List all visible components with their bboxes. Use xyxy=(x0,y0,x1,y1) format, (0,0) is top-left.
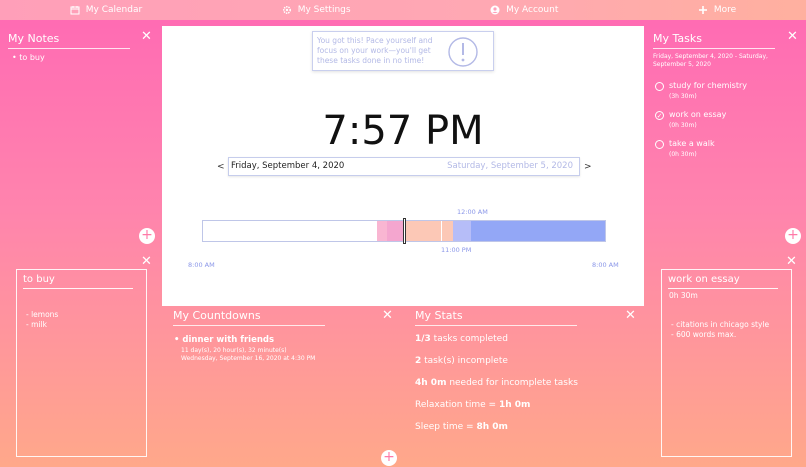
motivation-text: You got this! Pace yourself and focus on… xyxy=(317,36,433,65)
date-prev-button[interactable]: < xyxy=(217,162,225,172)
task-item[interactable]: take a walk (0h 30m) xyxy=(655,139,795,158)
stats-needed: 4h 0m needed for incomplete tasks xyxy=(415,378,578,388)
stats-sleep: Sleep time = 8h 0m xyxy=(415,422,508,432)
task-checkbox-checked[interactable]: ✓ xyxy=(655,111,664,120)
task-name: study for chemistry xyxy=(669,81,748,90)
countdown-date: Wednesday, September 16, 2020 at 4:30 PM xyxy=(181,355,316,362)
nav-more[interactable]: More xyxy=(698,5,736,15)
note-card-right-close-icon[interactable]: ✕ xyxy=(786,255,797,268)
timeline-segment-task[interactable] xyxy=(441,221,453,241)
countdowns-panel: My Countdowns ✕ • dinner with friends 11… xyxy=(166,308,402,458)
task-name: work on essay xyxy=(669,110,727,119)
timeline-label-start: 8:00 AM xyxy=(188,261,215,269)
date-current: Friday, September 4, 2020 xyxy=(231,161,345,171)
stats-completed: 1/3 tasks completed xyxy=(415,334,508,344)
note-card-item: - 600 words max. xyxy=(671,330,737,339)
note-card-title: work on essay xyxy=(668,274,778,289)
stats-list: 1/3 tasks completed 2 task(s) incomplete… xyxy=(415,334,640,444)
note-card-item: - lemons xyxy=(26,310,59,319)
date-selector[interactable]: Friday, September 4, 2020 Saturday, Sept… xyxy=(228,157,580,176)
gear-icon xyxy=(282,5,291,15)
note-card-item: - milk xyxy=(26,320,47,329)
timeline-label-end: 8:00 AM xyxy=(592,261,619,269)
nav-account[interactable]: My Account xyxy=(490,5,558,15)
nav-more-label: More xyxy=(713,4,737,15)
notes-add-button[interactable]: + xyxy=(139,228,155,244)
tasks-title: My Tasks xyxy=(653,32,775,49)
task-item[interactable]: ✓ work on essay (0h 30m) xyxy=(655,110,795,129)
check-icon: ✓ xyxy=(656,111,663,120)
nav-settings[interactable]: My Settings xyxy=(282,5,351,15)
tasks-add-button[interactable]: + xyxy=(785,228,801,244)
add-widget-button[interactable]: + xyxy=(381,450,397,466)
motivation-box: You got this! Pace yourself and focus on… xyxy=(312,31,494,71)
note-card-duration: 0h 30m xyxy=(669,291,698,300)
timeline-label-midnight: 12:00 AM xyxy=(457,208,488,216)
notes-close-icon[interactable]: ✕ xyxy=(141,30,152,43)
countdowns-title: My Countdowns xyxy=(173,309,325,326)
note-card-item: - citations in chicago style xyxy=(671,320,770,329)
stats-title: My Stats xyxy=(415,309,577,326)
countdown-name: dinner with friends xyxy=(182,335,275,345)
note-card-right: work on essay 0h 30m - citations in chic… xyxy=(661,269,792,457)
date-next-button[interactable]: > xyxy=(584,162,592,172)
nav-calendar[interactable]: My Calendar xyxy=(70,5,142,15)
timeline-segment-sleep[interactable] xyxy=(471,221,605,241)
task-checkbox[interactable] xyxy=(655,82,664,91)
exclamation-icon xyxy=(448,37,478,67)
tasks-close-icon[interactable]: ✕ xyxy=(787,30,798,43)
user-icon xyxy=(490,5,500,15)
plus-icon xyxy=(698,6,707,14)
clock-panel: You got this! Pace yourself and focus on… xyxy=(162,26,644,306)
task-duration: (0h 30m) xyxy=(669,122,697,129)
note-card-list: - citations in chicago style - 600 words… xyxy=(671,320,769,340)
note-card-title: to buy xyxy=(23,274,133,289)
task-name: take a walk xyxy=(669,139,715,148)
stats-incomplete: 2 task(s) incomplete xyxy=(415,356,508,366)
tasks-list: study for chemistry (3h 30m) ✓ work on e… xyxy=(655,81,795,168)
timeline-label-11pm: 11:00 PM xyxy=(441,246,472,254)
stats-close-icon[interactable]: ✕ xyxy=(625,309,636,322)
note-item-label: to buy xyxy=(19,53,45,62)
task-item[interactable]: study for chemistry (3h 30m) xyxy=(655,81,795,100)
date-next-day: Saturday, September 5, 2020 xyxy=(447,161,573,171)
note-card-left: to buy - lemons - milk xyxy=(16,269,147,457)
nav-account-label: My Account xyxy=(506,4,559,15)
task-duration: (3h 30m) xyxy=(669,93,697,100)
task-checkbox[interactable] xyxy=(655,140,664,149)
notes-title: My Notes xyxy=(8,32,130,49)
timeline-segment-relax[interactable] xyxy=(453,221,471,241)
countdowns-close-icon[interactable]: ✕ xyxy=(382,309,393,322)
timeline-segment-completed[interactable] xyxy=(377,221,387,241)
tasks-panel: My Tasks ✕ Friday, September 4, 2020 - S… xyxy=(646,26,806,248)
note-card-left-close-icon[interactable]: ✕ xyxy=(141,255,152,268)
note-item[interactable]: • to buy xyxy=(12,53,45,62)
countdown-remaining: 11 day(s), 20 hour(s), 32 minute(s) xyxy=(181,347,287,354)
stats-panel: My Stats ✕ 1/3 tasks completed 2 task(s)… xyxy=(409,308,645,458)
top-nav: My Calendar My Settings My Account More xyxy=(0,0,806,20)
timeline-segment-current[interactable] xyxy=(387,221,403,241)
calendar-icon xyxy=(70,6,80,15)
clock-display: 7:57 PM xyxy=(322,108,484,154)
countdown-item[interactable]: • dinner with friends 11 day(s), 20 hour… xyxy=(174,335,315,362)
tasks-range: Friday, September 4, 2020 - Saturday, Se… xyxy=(653,53,768,68)
nav-settings-label: My Settings xyxy=(297,4,351,15)
note-card-list: - lemons - milk xyxy=(26,310,58,330)
timeline-bar[interactable] xyxy=(202,218,606,244)
nav-calendar-label: My Calendar xyxy=(85,4,143,15)
stats-relaxation: Relaxation time = 1h 0m xyxy=(415,400,531,410)
timeline-now-marker[interactable] xyxy=(403,218,406,244)
timeline-segment-task[interactable] xyxy=(403,221,441,241)
notes-panel: My Notes ✕ • to buy + xyxy=(0,26,160,248)
notes-list: • to buy xyxy=(12,53,45,62)
task-duration: (0h 30m) xyxy=(669,151,697,158)
